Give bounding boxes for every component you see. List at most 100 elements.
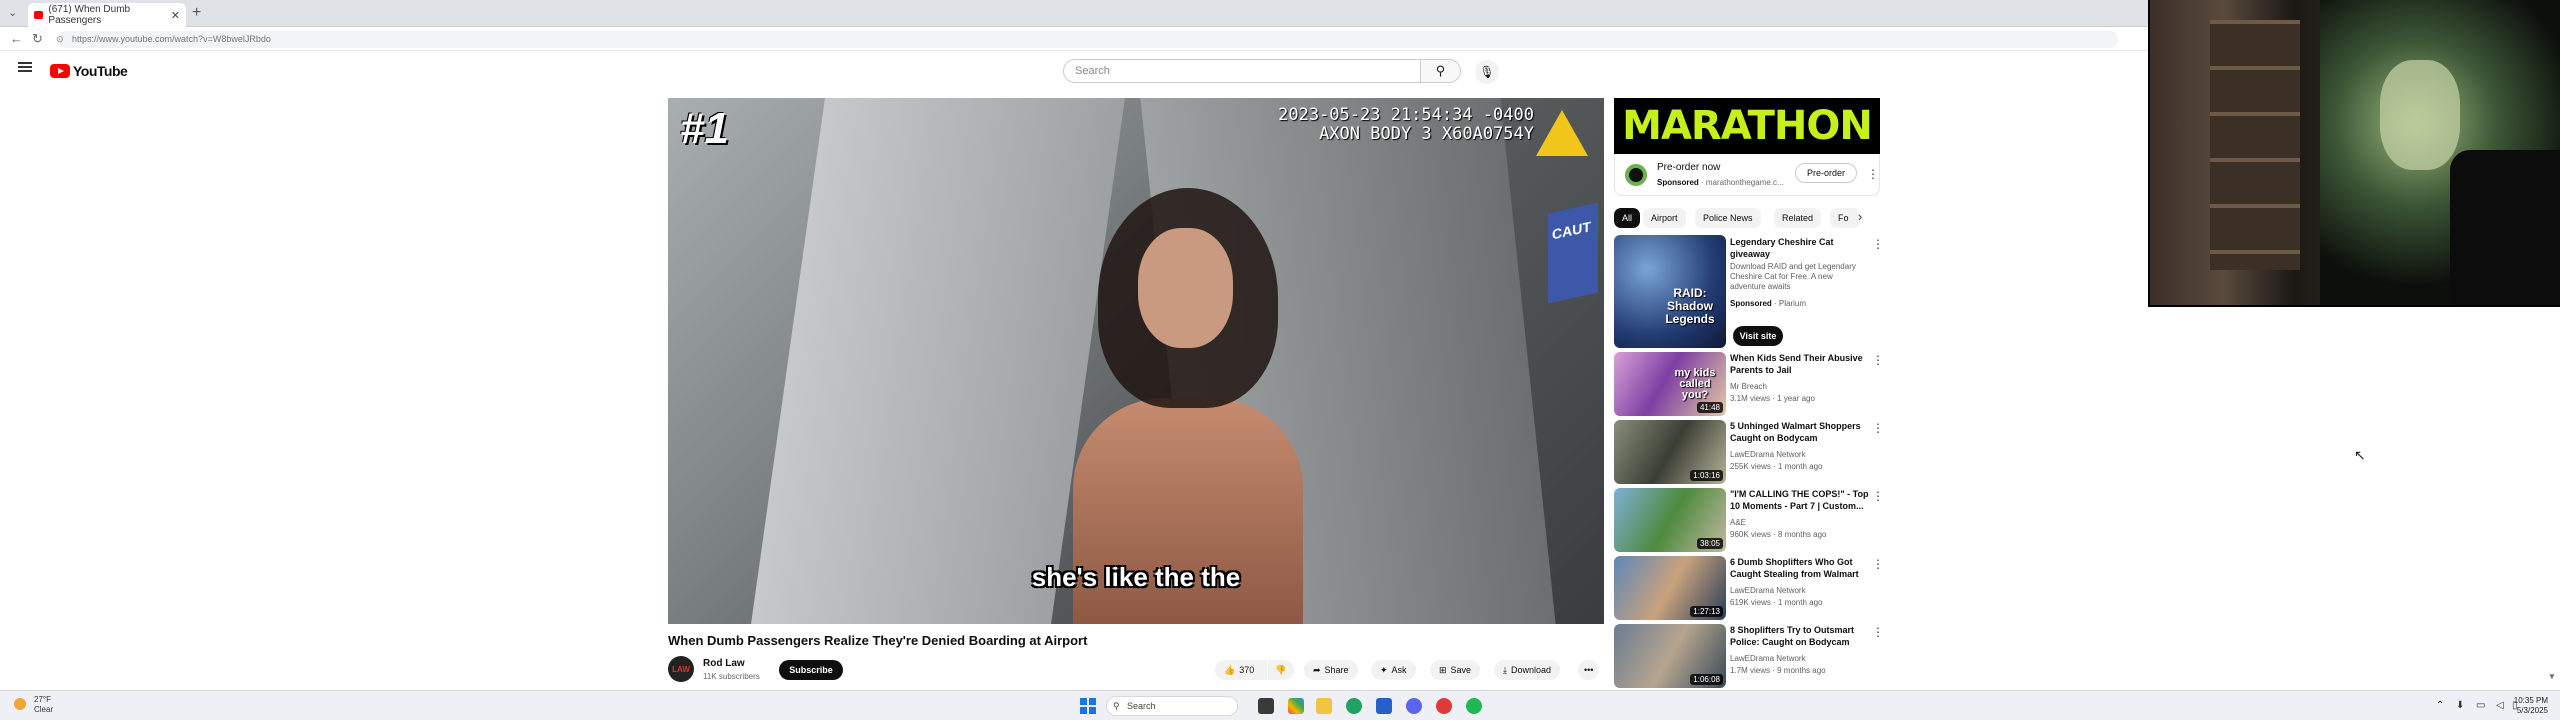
recommendation-item[interactable]: 38:05 "I'M CALLING THE COPS!" - Top 10 M… [1614, 488, 1894, 554]
recommendation-more-vert-icon[interactable]: ⋮ [1872, 558, 1884, 570]
recommendation-title: 5 Unhinged Walmart Shoppers Caught on Bo… [1730, 421, 1861, 443]
hamburger-menu-icon[interactable] [18, 62, 32, 72]
save-button[interactable]: ⊞ Save [1430, 660, 1481, 680]
site-info-icon[interactable]: ⊙ [56, 31, 64, 48]
chip-all[interactable]: All [1614, 208, 1641, 228]
recommendation-item[interactable]: my kids called you? 41:48 When Kids Send… [1614, 352, 1894, 418]
taskbar-search[interactable]: ⚲ Search [1106, 696, 1238, 716]
visit-site-button[interactable]: Visit site [1733, 326, 1783, 346]
recommendation-thumbnail: my kids called you? 41:48 [1614, 352, 1726, 416]
thumbs-up-icon: 👍 [1224, 664, 1236, 675]
recommendation-more-vert-icon[interactable]: ⋮ [1872, 626, 1884, 638]
ad-sponsor-line: Sponsored · marathonthegame.c... [1657, 178, 1784, 187]
youtube-logo-text: YouTube [73, 63, 128, 79]
network-icon[interactable]: ▭ [2476, 700, 2485, 711]
ask-button[interactable]: ✦ Ask [1371, 660, 1416, 680]
preorder-button[interactable]: Pre-order [1795, 163, 1857, 183]
search-placeholder: Search [1075, 65, 1110, 77]
chip-related[interactable]: Related [1774, 208, 1822, 228]
recommendation-title: "I'M CALLING THE COPS!" - Top 10 Moments… [1730, 489, 1869, 511]
ad-banner-image[interactable]: MARATHON [1614, 98, 1880, 154]
app-icon[interactable] [1436, 698, 1452, 714]
recommendation-channel: LawEDrama Network [1730, 654, 1806, 663]
reload-icon[interactable]: ↻ [32, 31, 43, 47]
weather-moon-icon [14, 698, 26, 710]
tray-app-icon[interactable]: ⬇ [2456, 700, 2464, 711]
like-button[interactable]: 👍 370 [1215, 660, 1267, 680]
browser-tab-bar: ⌄ (671) When Dumb Passengers ✕ + [0, 0, 2148, 27]
tray-chevron-icon[interactable]: ⌃ [2436, 700, 2444, 711]
search-icon: ⚲ [1435, 63, 1446, 78]
youtube-logo[interactable]: YouTube [50, 63, 128, 79]
promo-more-vert-icon[interactable]: ⋮ [1872, 238, 1884, 250]
app-icon[interactable] [1288, 698, 1304, 714]
recommendation-more-vert-icon[interactable]: ⋮ [1872, 354, 1884, 366]
new-tab-plus-icon[interactable]: + [192, 4, 201, 22]
task-view-icon[interactable] [1258, 698, 1274, 714]
voice-search-mic-icon[interactable]: 🎙 [1475, 60, 1499, 84]
video-player[interactable]: CAUT #1 2023-05-23 21:54:34 -0400 AXON B… [668, 98, 1604, 624]
recommendation-more-vert-icon[interactable]: ⋮ [1872, 490, 1884, 502]
back-arrow-icon[interactable]: ← [10, 31, 23, 46]
url-field[interactable]: ⊙ https://www.youtube.com/watch?v=W8bwel… [56, 31, 2118, 48]
recommendation-item[interactable]: 1:06:08 8 Shoplifters Try to Outsmart Po… [1614, 624, 1894, 690]
weather-widget[interactable]: 27°F Clear [14, 695, 53, 715]
taskbar-search-text: Search [1127, 701, 1156, 711]
recommendation-more-vert-icon[interactable]: ⋮ [1872, 422, 1884, 434]
recommendation-channel: Mr Breach [1730, 382, 1767, 391]
caution-sign-text: CAUT [1552, 218, 1591, 243]
search-button[interactable]: ⚲ [1421, 59, 1461, 83]
promo-sponsored-label: Sponsored [1730, 299, 1772, 308]
promo-ad-item[interactable]: Legendary Cheshire Cat giveaway Download… [1614, 236, 1894, 308]
webcam-overlay [2148, 0, 2560, 307]
youtube-favicon-icon [34, 11, 44, 19]
recommendation-meta: 3.1M views · 1 year ago [1730, 394, 1815, 403]
subscribe-button[interactable]: Subscribe [779, 660, 843, 680]
rank-overlay: #1 [680, 104, 729, 153]
download-button[interactable]: ⤓ Download [1494, 660, 1561, 680]
recommendation-thumb-text: my kids called you? [1674, 367, 1716, 401]
recommendation-title: 6 Dumb Shoplifters Who Got Caught Steali… [1730, 557, 1859, 579]
chip-airport[interactable]: Airport [1643, 208, 1686, 228]
chip-police-news[interactable]: Police News [1695, 208, 1761, 228]
save-label: Save [1450, 665, 1472, 675]
spotify-icon[interactable] [1466, 698, 1482, 714]
ad-domain: marathonthegame.c... [1705, 178, 1784, 187]
clock-time: 10:35 PM [2513, 696, 2548, 705]
browser-tab-active[interactable]: (671) When Dumb Passengers ✕ [28, 3, 186, 27]
share-button[interactable]: ➦ Share [1304, 660, 1358, 680]
chips-next-chevron-icon[interactable]: › [1858, 209, 1862, 224]
recommendation-thumbnail: 1:03:16 [1614, 420, 1726, 484]
channel-avatar[interactable]: LAW [668, 656, 694, 682]
dislike-button[interactable]: 👎 [1268, 660, 1294, 680]
windows-start-icon[interactable] [1080, 698, 1096, 714]
promo-description: Download RAID and get Legendary Cheshire… [1730, 262, 1856, 291]
more-actions-button[interactable]: ••• [1578, 660, 1600, 680]
channel-name[interactable]: Rod Law [703, 658, 745, 669]
ad-title: Pre-order now [1657, 162, 1721, 173]
mouse-cursor-icon: ↖ [2354, 447, 2366, 463]
recommendation-channel: LawEDrama Network [1730, 450, 1806, 459]
app-icon[interactable] [1376, 698, 1392, 714]
video-duration: 38:05 [1696, 538, 1723, 549]
youtube-play-icon [50, 64, 70, 78]
search-input[interactable]: Search [1063, 59, 1421, 83]
ad-more-vert-icon[interactable]: ⋮ [1867, 168, 1879, 180]
volume-icon[interactable]: ◁ [2496, 700, 2504, 711]
recommendation-thumbnail: 1:27:13 [1614, 556, 1726, 620]
ad-card[interactable]: Pre-order now Sponsored · marathonthegam… [1614, 154, 1880, 196]
axon-logo-icon [1536, 110, 1588, 156]
browser-icon[interactable] [1346, 698, 1362, 714]
file-explorer-icon[interactable] [1316, 698, 1332, 714]
recommendation-item[interactable]: 1:03:16 5 Unhinged Walmart Shoppers Caug… [1614, 420, 1894, 486]
bodycam-timestamp-line1: 2023-05-23 21:54:34 -0400 [1278, 105, 1534, 125]
screen: ⌄ (671) When Dumb Passengers ✕ + ← ↻ ⊙ h… [0, 0, 2560, 720]
discord-icon[interactable] [1406, 698, 1422, 714]
recommendation-thumbnail: 38:05 [1614, 488, 1726, 552]
scrollbar-down-arrow-icon[interactable]: ▼ [2548, 672, 2556, 681]
tab-list-chevron-icon[interactable]: ⌄ [8, 6, 17, 19]
recommendation-item[interactable]: 1:27:13 6 Dumb Shoplifters Who Got Caugh… [1614, 556, 1894, 622]
taskbar-clock[interactable]: 10:35 PM 5/3/2025 [2514, 696, 2548, 716]
chip-partial[interactable]: Fo [1830, 208, 1860, 228]
close-tab-icon[interactable]: ✕ [171, 9, 180, 22]
